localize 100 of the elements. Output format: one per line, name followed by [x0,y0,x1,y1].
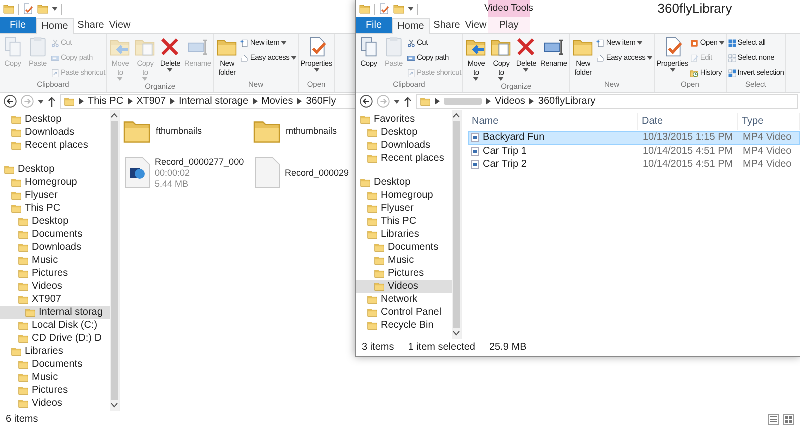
nav-item[interactable]: Homegroup [0,176,110,189]
folder-icon [374,281,385,292]
path-field-icon [51,54,60,62]
nav-item[interactable]: Recent places [0,139,110,152]
nav-item[interactable]: Flyuser [356,202,452,215]
nav-item[interactable]: Desktop [0,215,110,228]
nav-item[interactable]: Pictures [0,384,110,397]
folder-icon [18,294,29,305]
delete-icon [159,36,182,58]
file-row[interactable]: Car Trip 2 10/14/2015 4:51 PM MP4 Video [468,158,800,172]
file-row[interactable]: Car Trip 1 10/14/2015 4:51 PM MP4 Video [468,144,800,158]
folder-icon [359,3,371,15]
path-segment[interactable]: 360flyLibrary [538,94,596,109]
nav-item[interactable]: Downloads [0,241,110,254]
clipboard-icon [27,36,49,58]
nav-item[interactable]: Documents [0,358,110,371]
nav-item[interactable]: Control Panel [356,306,452,319]
nav-item[interactable]: Local Disk (C:) [0,319,110,332]
window-title: 360flyLibrary [658,0,732,18]
chevron-icon [297,98,302,105]
nav-item[interactable]: Flyuser [0,189,110,202]
nav-item[interactable]: Music [0,254,110,267]
scrollbar[interactable] [110,110,119,411]
nav-item[interactable]: Network [356,293,452,306]
column-header[interactable]: Type [738,113,800,130]
ribbon-tab[interactable]: View [108,17,132,33]
nav-item[interactable]: Pictures [356,267,452,280]
nav-item[interactable]: Desktop [356,126,452,139]
ribbon-tab[interactable]: File [356,17,392,33]
path-segment[interactable]: Internal storage [179,94,249,109]
folder-icon [393,3,405,15]
ribbon-tab[interactable]: Share [430,17,464,33]
nav-item[interactable]: This PC [0,202,110,215]
file-tile[interactable]: mthumbnails [252,114,338,148]
nav-item[interactable]: Recent places [356,152,452,165]
nav-item[interactable]: Libraries [356,228,452,241]
folder-icon [11,127,22,138]
folder-icon [360,114,371,125]
chevron-icon [128,98,133,105]
ribbon-tab[interactable]: File [0,17,36,33]
pages-icon [2,36,24,58]
document-check-icon [22,3,34,15]
square-icon [690,38,700,48]
folder-icon [37,3,49,15]
ribbon-tab[interactable]: Share [74,17,108,33]
ribbon-tab[interactable]: Play [488,17,530,33]
nav-item[interactable]: Homegroup [356,189,452,202]
nav-item[interactable]: Music [0,371,110,384]
nav-item[interactable]: Internal storag [0,306,110,319]
nav-item[interactable]: Music [356,254,452,267]
ribbon-tab[interactable]: View [464,17,488,33]
folder-icon [367,294,378,305]
nav-item[interactable]: Videos [356,280,452,293]
nav-item[interactable]: Documents [356,241,452,254]
up-arrow-icon [48,96,56,106]
column-header[interactable]: Name [462,113,638,130]
folder-icon [11,114,22,125]
file-tile[interactable]: fthumbnails [122,114,202,148]
folder-icon [18,281,29,292]
nav-item[interactable]: Recycle Bin [356,319,452,332]
nav-item[interactable]: CD Drive (D:) D [0,332,110,345]
scroll-down-icon [453,331,460,336]
nav-item[interactable]: Favorites [356,113,452,126]
nav-item[interactable]: Desktop [0,113,110,126]
folder-icon [367,307,378,318]
file-type: MP4 Video [742,131,793,146]
scroll-down-icon [111,403,118,408]
folder-icon [18,359,29,370]
file-name: Car Trip 1 [483,144,527,159]
document-check-icon [378,3,390,15]
file-tile[interactable]: Record_000029 [252,156,350,190]
nav-item[interactable]: Downloads [0,126,110,139]
scrollbar[interactable] [452,110,461,339]
document-icon [255,157,281,189]
nav-item[interactable]: Desktop [0,163,110,176]
path-segment[interactable]: This PC [88,94,124,109]
shortcut-icon [407,68,416,78]
file-tile[interactable]: Record_0000277_000 00:00:02 5.44 MB [122,156,244,190]
nav-item[interactable]: This PC [356,215,452,228]
folder-icon [367,153,378,164]
nav-item[interactable]: Videos [0,280,110,293]
path-segment[interactable]: Videos [495,94,526,109]
nav-item[interactable]: XT907 [0,293,110,306]
path-field-icon [407,54,416,62]
nav-item[interactable]: Documents [0,228,110,241]
file-name: Backyard Fun [483,131,545,146]
folder-icon [18,216,29,227]
ribbon-tab[interactable]: Home [36,18,74,34]
file-row[interactable]: Backyard Fun 10/13/2015 1:15 PM MP4 Video [468,131,800,144]
column-header[interactable]: Date [638,113,738,130]
ribbon-tab[interactable]: Home [392,18,430,34]
folder-icon [11,190,22,201]
nav-item[interactable]: Libraries [0,345,110,358]
nav-item[interactable]: Downloads [356,139,452,152]
path-segment[interactable]: Movies [262,94,294,109]
nav-item[interactable]: Pictures [0,267,110,280]
nav-item[interactable]: Videos [0,397,110,410]
path-segment[interactable]: XT907 [136,94,166,109]
nav-item[interactable]: Desktop [356,176,452,189]
path-segment[interactable]: 360Fly [306,94,336,109]
